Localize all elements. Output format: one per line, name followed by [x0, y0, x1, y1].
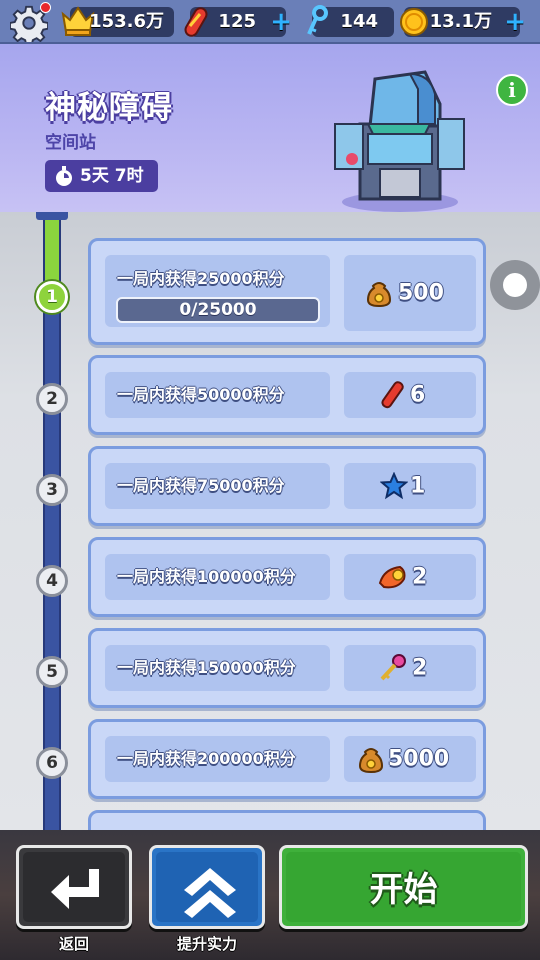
- double-chevron-up-icon: [184, 868, 236, 918]
- boards-value: 125: [218, 11, 256, 32]
- notification-dot: [40, 2, 51, 13]
- mission-node-5: 5: [36, 656, 68, 688]
- mission-card-3[interactable]: 一局内获得75000积分 1: [88, 446, 486, 526]
- mission-node-2: 2: [36, 383, 68, 415]
- mission-reward: 2: [344, 645, 476, 691]
- mission-reward: 5000: [344, 736, 476, 782]
- mission-task-text: 一局内获得50000积分: [117, 385, 285, 404]
- star-icon: [380, 472, 408, 500]
- keys-counter: 144: [307, 5, 394, 37]
- stopwatch-icon: [56, 166, 72, 186]
- mission-reward: 500: [344, 255, 476, 331]
- key-icon: [380, 654, 406, 681]
- mission-list[interactable]: 1 一局内获得25000积分 0/25000 500 2 一局内获得50000积…: [0, 212, 540, 830]
- score-booster-icon: [378, 565, 406, 589]
- mission-reward: 1: [344, 463, 476, 509]
- mission-reward-value: 2: [412, 655, 428, 681]
- event-title: 神秘障碍: [45, 90, 173, 126]
- mission-node-3: 3: [36, 474, 68, 506]
- back-label: 返回: [58, 935, 89, 953]
- mission-reward-value: 2: [412, 564, 428, 590]
- currency-bar: 153.6万 125 + 144 13.1万 +: [0, 0, 540, 44]
- progress-track-fill: [45, 212, 59, 290]
- crowns-value: 153.6万: [89, 11, 164, 32]
- start-button-face: 开始: [286, 852, 521, 922]
- mission-progress-bar: 0/25000: [116, 297, 320, 323]
- mission-task-text: 一局内获得75000积分: [117, 476, 285, 495]
- back-button-face: [23, 852, 125, 922]
- upgrade-button-face: [156, 852, 258, 922]
- event-subtitle: 空间站: [45, 133, 96, 153]
- mission-task-text: 一局内获得25000积分: [117, 269, 285, 288]
- coin-bag-icon: [366, 282, 392, 308]
- mission-task-text: 一局内获得200000积分: [117, 749, 296, 768]
- crowns-counter: 153.6万: [61, 6, 174, 37]
- upgrade-button[interactable]: [149, 845, 265, 929]
- mission-reward-value: 500: [398, 280, 444, 306]
- mission-card-6[interactable]: 一局内获得200000积分 5000: [88, 719, 486, 799]
- hoverboard-icon: [381, 381, 404, 409]
- mission-task: 一局内获得50000积分: [105, 372, 330, 418]
- key-icon: [307, 5, 328, 35]
- add-boards-button[interactable]: +: [270, 9, 292, 35]
- mission-card-1[interactable]: 一局内获得25000积分 0/25000 500: [88, 238, 486, 345]
- coins-counter: 13.1万 +: [400, 7, 526, 37]
- mission-reward-value: 6: [410, 382, 426, 408]
- mission-reward: 2: [344, 554, 476, 600]
- mission-reward-value: 5000: [388, 746, 450, 772]
- keys-value: 144: [340, 11, 378, 32]
- mission-task-text: 一局内获得150000积分: [117, 658, 296, 677]
- timer-text: 5天 7时: [80, 166, 144, 186]
- boards-counter: 125 +: [184, 7, 292, 37]
- space-station-building-icon: [334, 70, 465, 212]
- mission-node-6: 6: [36, 747, 68, 779]
- back-button[interactable]: [16, 845, 132, 929]
- coin-bag-icon: [358, 748, 384, 774]
- mission-card-7-partial[interactable]: [88, 810, 486, 830]
- mission-node-4: 4: [36, 565, 68, 597]
- mission-progress-text: 0/25000: [179, 300, 257, 320]
- coin-icon: [400, 8, 428, 36]
- upgrade-label: 提升实力: [176, 935, 237, 953]
- mission-card-4[interactable]: 一局内获得100000积分 2: [88, 537, 486, 617]
- mission-task-text: 一局内获得100000积分: [117, 567, 296, 586]
- progress-track-cap: [36, 212, 68, 220]
- mission-task: 一局内获得150000积分: [105, 645, 330, 691]
- mission-card-5[interactable]: 一局内获得150000积分 2: [88, 628, 486, 708]
- mission-task: 一局内获得100000积分: [105, 554, 330, 600]
- mission-task: 一局内获得200000积分: [105, 736, 330, 782]
- event-header: 神秘障碍 空间站 5天 7时 i: [0, 44, 540, 212]
- mission-card-2[interactable]: 一局内获得50000积分 6: [88, 355, 486, 435]
- start-button[interactable]: 开始: [279, 845, 528, 929]
- add-coins-button[interactable]: +: [504, 9, 526, 35]
- mission-reward-value: 1: [410, 473, 426, 499]
- event-timer: 5天 7时: [45, 160, 158, 192]
- scroll-handle[interactable]: [490, 260, 540, 310]
- info-button[interactable]: i: [496, 74, 528, 106]
- start-label: 开始: [369, 870, 438, 910]
- hoverboard-icon: [184, 7, 208, 37]
- mission-task: 一局内获得75000积分: [105, 463, 330, 509]
- coins-value: 13.1万: [429, 11, 492, 32]
- mission-reward: 6: [344, 372, 476, 418]
- bottom-action-bar: 返回 提升实力 开始: [0, 830, 540, 960]
- return-arrow-icon: [51, 869, 99, 909]
- mission-node-1: 1: [36, 281, 68, 313]
